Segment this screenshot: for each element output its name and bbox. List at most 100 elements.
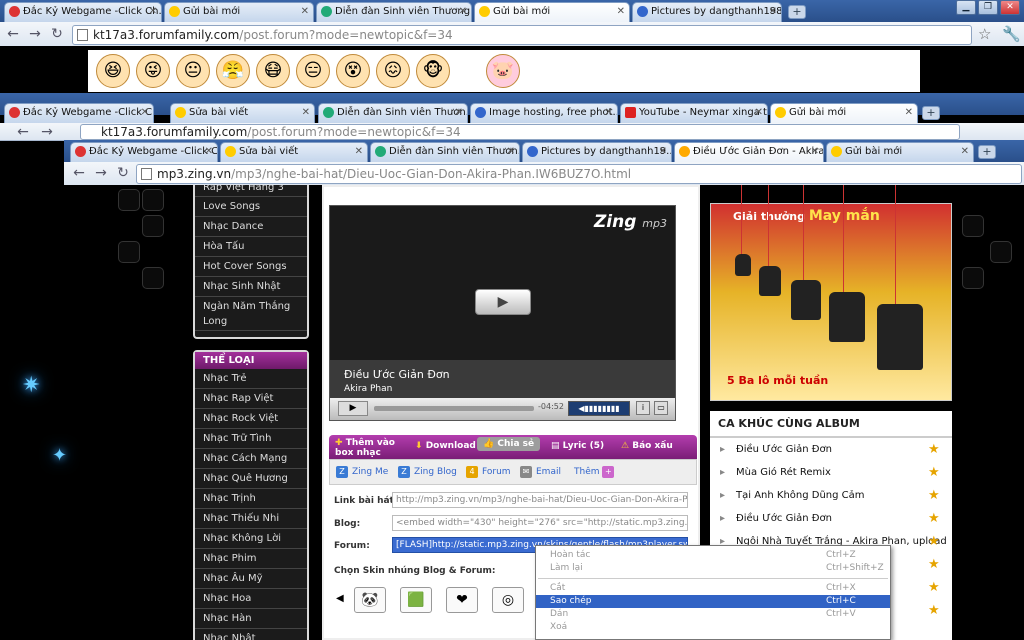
lyric-button[interactable]: ▤ Lyric (5) <box>551 441 604 451</box>
report-button[interactable]: ⚠ Báo xấu <box>621 441 673 451</box>
skin-option-panda[interactable]: 🐼 <box>354 587 386 613</box>
tab[interactable]: Sửa bài viết ✕ <box>220 142 368 162</box>
add-star-icon[interactable]: ★ <box>928 535 942 548</box>
close-window-button[interactable]: ✕ <box>1000 0 1020 15</box>
album-song[interactable]: Tại Anh Không Dũng Cảm★ <box>710 484 952 507</box>
genre-item[interactable]: Nhạc Hàn <box>195 609 307 629</box>
album-song[interactable]: Điều Ước Giản Đơn★ <box>710 438 952 461</box>
add-star-icon[interactable]: ★ <box>928 489 942 502</box>
tab-active[interactable]: Gửi bài mới ✕ <box>474 2 630 22</box>
play-button[interactable]: ▶ <box>338 401 368 416</box>
close-icon[interactable]: ✕ <box>302 104 310 122</box>
tab[interactable]: Đắc Kỷ Webgame -Click C... ✕ <box>4 103 154 123</box>
tab-active[interactable]: Gửi bài mới ✕ <box>770 103 918 123</box>
reload-icon[interactable]: ↻ <box>48 25 66 43</box>
address-bar[interactable]: kt17a3.forumfamily.com/post.forum?mode=n… <box>80 124 960 140</box>
genre-item[interactable]: Nhạc Hoa <box>195 589 307 609</box>
tab[interactable]: Gửi bài mới ✕ <box>826 142 974 162</box>
skin-option-heart[interactable]: ❤ <box>446 587 478 613</box>
progress-bar[interactable] <box>374 406 534 411</box>
genre-item[interactable]: Nhạc Không Lời <box>195 529 307 549</box>
forward-icon[interactable]: → <box>26 25 44 43</box>
genre-item[interactable]: Nhạc Trẻ <box>195 369 307 389</box>
new-tab-button[interactable]: + <box>922 106 940 120</box>
share-forum[interactable]: 4 Forum <box>466 466 511 478</box>
close-icon[interactable]: ✕ <box>455 104 463 122</box>
add-star-icon[interactable]: ★ <box>928 443 942 456</box>
back-icon[interactable]: ← <box>70 164 88 182</box>
close-icon[interactable]: ✕ <box>659 143 667 161</box>
menu-item-cut[interactable]: Cắt Ctrl+X <box>536 582 890 595</box>
share-more[interactable]: Thêm + <box>574 466 618 478</box>
close-icon[interactable]: ✕ <box>769 3 777 21</box>
add-star-icon[interactable]: ★ <box>928 604 942 617</box>
close-icon[interactable]: ✕ <box>507 143 515 161</box>
share-zingblog[interactable]: Z Zing Blog <box>398 466 457 478</box>
add-star-icon[interactable]: ★ <box>928 581 942 594</box>
minimize-button[interactable]: ▁ <box>956 0 976 15</box>
skin-option-green[interactable]: 🟩 <box>400 587 432 613</box>
download-button[interactable]: ⬇ Download <box>415 441 476 451</box>
close-icon[interactable]: ✕ <box>617 3 625 21</box>
sidebar-item[interactable]: Nhạc Dance <box>195 217 307 237</box>
forward-icon[interactable]: → <box>92 164 110 182</box>
address-bar[interactable]: mp3.zing.vn/mp3/nghe-bai-hat/Dieu-Uoc-Gi… <box>136 164 1022 184</box>
genre-item[interactable]: Nhạc Rap Việt <box>195 389 307 409</box>
close-icon[interactable]: ✕ <box>811 143 819 161</box>
new-tab-button[interactable]: + <box>978 145 996 159</box>
close-icon[interactable]: ✕ <box>355 143 363 161</box>
close-icon[interactable]: ✕ <box>205 143 213 161</box>
add-star-icon[interactable]: ★ <box>928 466 942 479</box>
wrench-icon[interactable]: 🔧 <box>1002 25 1021 43</box>
sidebar-item[interactable]: Ngàn Năm Thắng Long <box>195 297 307 331</box>
album-song[interactable]: Mùa Gió Rét Remix★ <box>710 461 952 484</box>
tab[interactable]: YouTube - Neymar xinga t... ✕ <box>620 103 768 123</box>
share-email[interactable]: ✉ Email <box>520 466 561 478</box>
sidebar-item[interactable]: Nhạc Sinh Nhật <box>195 277 307 297</box>
sidebar-item[interactable]: Hòa Tấu <box>195 237 307 257</box>
forward-icon[interactable]: → <box>38 123 56 141</box>
genre-item[interactable]: Nhạc Cách Mạng <box>195 449 307 469</box>
screen-icon[interactable]: ▭ <box>654 401 668 415</box>
menu-item-delete[interactable]: Xoá <box>536 621 890 634</box>
menu-item-paste[interactable]: Dán Ctrl+V <box>536 608 890 621</box>
tab[interactable]: Diễn đàn Sinh viên Thươn... ✕ <box>318 103 468 123</box>
volume-bar[interactable]: ◀▮▮▮▮▮▮▮▮ <box>568 401 630 416</box>
tab-active[interactable]: Điều Ước Giản Đơn - Akira... ✕ <box>674 142 824 162</box>
close-icon[interactable]: ✕ <box>301 3 309 21</box>
close-icon[interactable]: ✕ <box>755 104 763 122</box>
skin-option-disc[interactable]: ◎ <box>492 587 524 613</box>
add-star-icon[interactable]: ★ <box>928 512 942 525</box>
bookmark-star-icon[interactable]: ☆ <box>978 25 991 43</box>
address-bar[interactable]: kt17a3.forumfamily.com/post.forum?mode=n… <box>72 25 972 45</box>
genre-item[interactable]: Nhạc Trữ Tình <box>195 429 307 449</box>
tab[interactable]: Diễn đàn Sinh viên Thương ... ✕ <box>316 2 472 22</box>
prev-arrow-icon[interactable]: ◀ <box>336 593 344 604</box>
tab[interactable]: Sửa bài viết ✕ <box>170 103 315 123</box>
menu-item-redo[interactable]: Làm lại Ctrl+Shift+Z <box>536 562 890 575</box>
new-tab-button[interactable]: + <box>788 5 806 19</box>
tab[interactable]: Image hosting, free phot... ✕ <box>470 103 618 123</box>
tab[interactable]: Đắc Kỷ Webgame -Click C... ✕ <box>70 142 218 162</box>
info-icon[interactable]: i <box>636 401 650 415</box>
back-icon[interactable]: ← <box>14 123 32 141</box>
big-play-button[interactable]: ▶ <box>475 289 531 315</box>
maximize-button[interactable]: ❐ <box>978 0 998 15</box>
blog-field[interactable]: <embed width="430" height="276" src="htt… <box>392 515 688 531</box>
tab[interactable]: Pictures by dangthanh19... ✕ <box>522 142 672 162</box>
back-icon[interactable]: ← <box>4 25 22 43</box>
lucky-prize-ad[interactable]: Giải thưởng May mắn 5 Ba lô mỗi tuần <box>710 185 952 401</box>
reload-icon[interactable]: ↻ <box>114 164 132 182</box>
genre-item[interactable]: Nhạc Quê Hương <box>195 469 307 489</box>
tab[interactable]: Pictures by dangthanh198... ✕ <box>632 2 782 22</box>
genre-item[interactable]: Nhạc Âu Mỹ <box>195 569 307 589</box>
genre-item[interactable]: Nhạc Thiếu Nhi <box>195 509 307 529</box>
close-icon[interactable]: ✕ <box>141 104 149 122</box>
genre-item[interactable]: Nhạc Phim <box>195 549 307 569</box>
close-icon[interactable]: ✕ <box>149 3 157 21</box>
genre-item[interactable]: Nhạc Rock Việt <box>195 409 307 429</box>
tab[interactable]: Gửi bài mới ✕ <box>164 2 314 22</box>
menu-item-copy[interactable]: Sao chép Ctrl+C <box>536 595 890 608</box>
close-icon[interactable]: ✕ <box>905 104 913 122</box>
share-button[interactable]: 👍 Chia sẻ <box>477 437 541 451</box>
